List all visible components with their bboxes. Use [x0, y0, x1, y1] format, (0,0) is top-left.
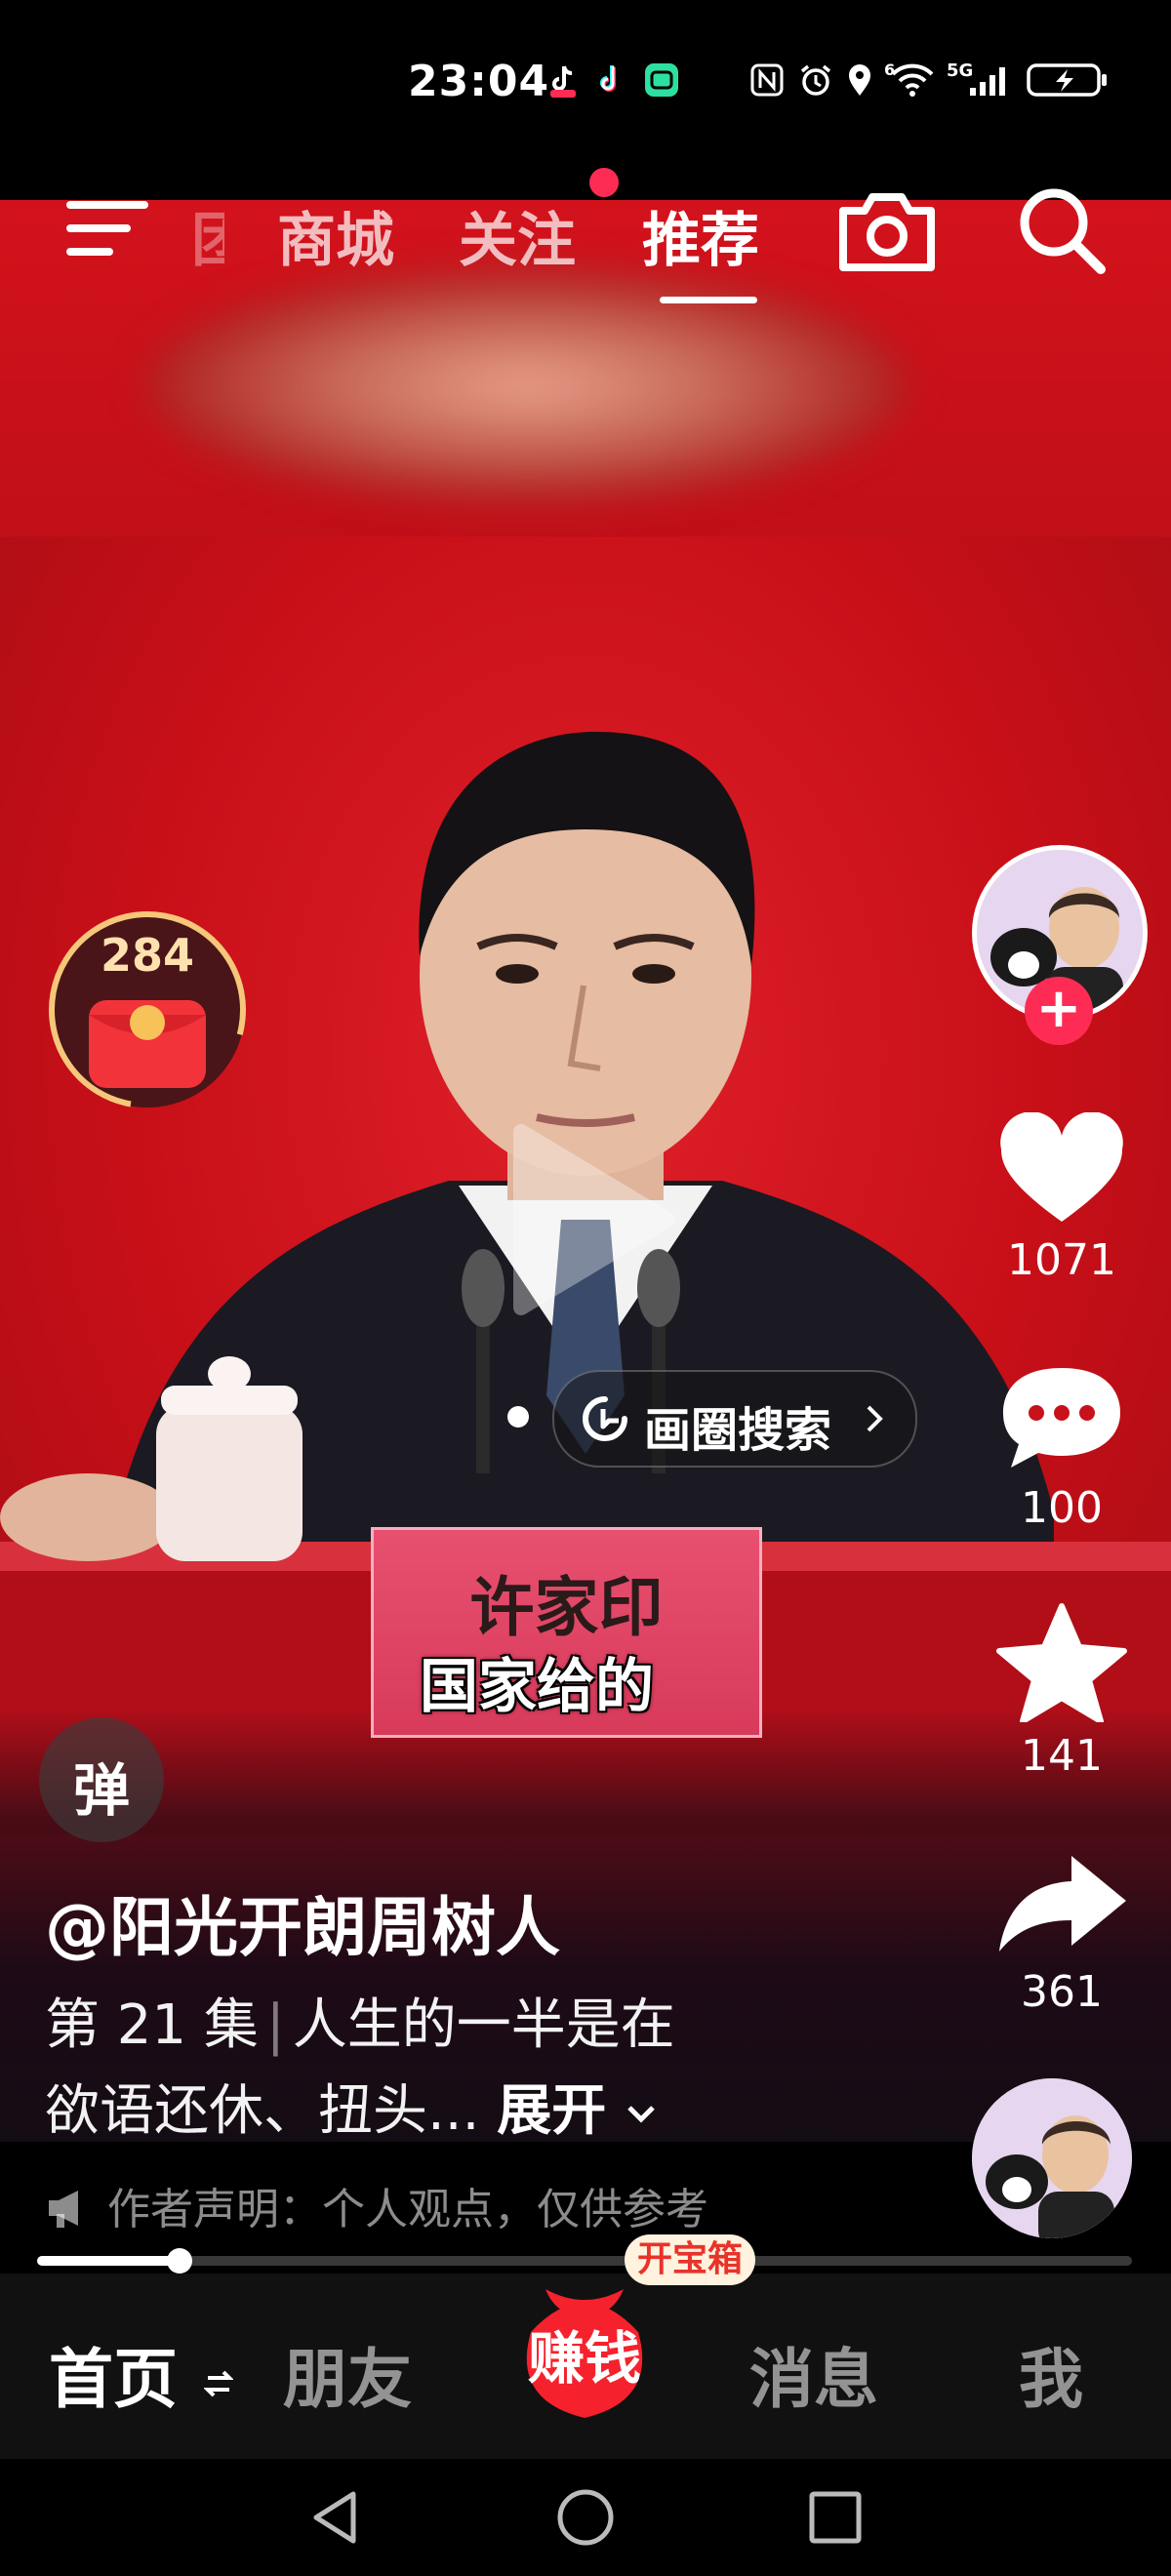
video-progress-handle[interactable]: [167, 2248, 192, 2274]
danmu-toggle-button[interactable]: 弹: [39, 1717, 164, 1842]
tab-partial[interactable]: 团: [191, 193, 224, 278]
video-subtitle: 国家给的: [420, 1653, 654, 1721]
tab-following[interactable]: 关注: [459, 193, 576, 278]
megaphone-icon: [49, 2191, 78, 2228]
favorite-star-icon[interactable]: [984, 1600, 1140, 1722]
description-line-2: 欲语还休、扭头... 展开: [45, 2067, 659, 2146]
alarm-icon: [800, 64, 831, 96]
tab-friends[interactable]: 朋友: [283, 2327, 412, 2421]
heart-icon[interactable]: [984, 1112, 1140, 1229]
circle-search-icon: [583, 1396, 627, 1441]
danmu-label: 弹: [72, 1757, 130, 1824]
tiktok-icon: [600, 65, 616, 92]
like-count: 1071: [1007, 1235, 1116, 1285]
music-disc-illustration: [972, 2078, 1132, 2238]
menu-icon[interactable]: [66, 195, 154, 263]
red-packet-timer[interactable]: 284: [45, 907, 250, 1112]
recents-icon[interactable]: [808, 2490, 863, 2545]
tab-home[interactable]: 首页: [49, 2327, 234, 2421]
battery-charging-icon: [1027, 63, 1107, 97]
play-overlay-icon: [513, 1124, 675, 1315]
nfc-icon: [750, 63, 784, 97]
tab-home-label: 首页: [49, 2342, 178, 2417]
author-disclaimer: 作者声明：个人观点，仅供参考: [45, 2174, 708, 2236]
episode-separator: |: [265, 1993, 285, 2057]
comment-icon[interactable]: [984, 1358, 1140, 1475]
tab-recommended[interactable]: 推荐: [642, 193, 759, 278]
tab-messages[interactable]: 消息: [749, 2327, 878, 2421]
camera-app-icon: [645, 63, 678, 97]
treasure-box-badge[interactable]: 开宝箱: [625, 2234, 755, 2285]
circle-search-button[interactable]: 画圈搜索: [552, 1370, 917, 1468]
expand-button[interactable]: 展开: [497, 2079, 606, 2143]
screen: 23:04 6 5G 许家印 国家给的 团 商城 关注 推荐 284 + 107…: [0, 0, 1171, 2576]
chevron-right-icon: [867, 1405, 883, 1432]
disclaimer-text: 作者声明：个人观点，仅供参考: [107, 2185, 708, 2234]
home-circle-icon[interactable]: [556, 2488, 615, 2547]
description-line-1: 第 21 集 | 人生的一半是在: [45, 1981, 675, 2060]
comment-count: 100: [1021, 1483, 1103, 1533]
description-text-1: 人生的一半是在: [292, 1993, 675, 2057]
active-tab-indicator: [660, 297, 757, 303]
video-progress-fill: [37, 2256, 180, 2266]
share-icon[interactable]: [984, 1842, 1140, 1959]
system-navigation-bar: [0, 2459, 1171, 2576]
red-packet-count: 284: [100, 929, 195, 982]
circle-search-label: 画圈搜索: [644, 1403, 832, 1458]
chevron-down-icon: [627, 2106, 655, 2123]
nameplate-text: 许家印: [469, 1569, 664, 1645]
blurred-region: [146, 268, 908, 503]
share-count: 361: [1021, 1967, 1103, 2017]
camera-icon[interactable]: [835, 183, 939, 273]
music-disc-avatar[interactable]: [972, 2078, 1132, 2238]
back-icon[interactable]: [308, 2488, 363, 2547]
search-icon[interactable]: [1015, 183, 1109, 277]
tab-me[interactable]: 我: [1019, 2327, 1083, 2421]
description-text-2: 欲语还休、扭头...: [45, 2079, 480, 2143]
author-handle[interactable]: @阳光开朗周树人: [45, 1875, 560, 1969]
favorite-count: 141: [1021, 1731, 1103, 1781]
follow-plus-button[interactable]: +: [1025, 977, 1093, 1045]
status-bar: 23:04 6 5G: [0, 0, 1171, 200]
location-icon: [849, 64, 870, 96]
signal-icon: [970, 67, 1005, 96]
circle-search-dot: [507, 1406, 529, 1428]
tiktok-lite-icon: [550, 65, 576, 98]
episode-label[interactable]: 第 21 集: [45, 1993, 259, 2057]
earn-money-label: 赚钱: [527, 2325, 641, 2392]
wifi-icon: [891, 63, 934, 97]
status-time: 23:04: [408, 57, 550, 106]
swap-icon: [203, 2370, 234, 2397]
following-notification-dot: [589, 168, 619, 197]
tab-mall[interactable]: 商城: [277, 193, 394, 278]
